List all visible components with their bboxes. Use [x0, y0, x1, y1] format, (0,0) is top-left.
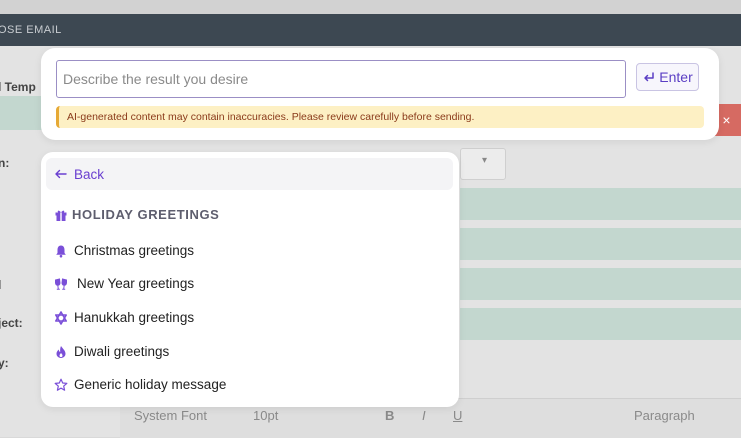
background-field	[460, 228, 741, 260]
menu-item-christmas[interactable]: Christmas greetings	[54, 243, 194, 258]
background-font-select: System Font	[134, 408, 207, 423]
menu-item-new-year[interactable]: New Year greetings	[54, 276, 194, 291]
background-label-template: l Temp	[0, 80, 36, 94]
gift-icon	[54, 208, 68, 222]
back-button[interactable]: Back	[46, 158, 453, 190]
section-heading: HOLIDAY GREETINGS	[54, 207, 219, 222]
back-label: Back	[74, 166, 105, 182]
menu-item-label: Diwali greetings	[74, 344, 170, 359]
background-label-subject: ject:	[0, 316, 23, 330]
background-label-y: y:	[0, 356, 9, 370]
glasses-cheers-icon	[54, 277, 68, 291]
background-italic-button: I	[422, 408, 426, 423]
background-paragraph-select: Paragraph	[634, 408, 695, 423]
star-outline-icon	[54, 378, 68, 392]
compose-email-title: OSE EMAIL	[0, 24, 62, 36]
compose-email-title-bar: OSE EMAIL	[0, 14, 741, 46]
star-of-david-icon	[54, 310, 68, 325]
background-label-from: n:	[0, 156, 10, 170]
prompt-input[interactable]	[56, 60, 626, 98]
flame-icon	[54, 345, 68, 359]
background-select	[460, 148, 506, 180]
menu-item-label: Christmas greetings	[74, 243, 195, 258]
return-arrow-icon	[642, 70, 656, 84]
ai-warning-banner: AI-generated content may contain inaccur…	[56, 106, 704, 128]
menu-item-diwali[interactable]: Diwali greetings	[54, 344, 169, 359]
section-title: HOLIDAY GREETINGS	[72, 207, 220, 222]
template-menu: Back HOLIDAY GREETINGS Christmas greetin…	[41, 152, 459, 407]
left-arrow-icon	[54, 167, 68, 181]
background-field	[460, 188, 741, 220]
ai-prompt-card: Enter AI-generated content may contain i…	[41, 48, 719, 140]
background-field	[460, 308, 741, 340]
menu-item-label: New Year greetings	[77, 276, 195, 291]
enter-button[interactable]: Enter	[636, 63, 699, 91]
background-field	[460, 268, 741, 300]
background-bold-button: B	[385, 408, 395, 423]
menu-item-label: Generic holiday message	[74, 377, 227, 392]
background-size-select: 10pt	[253, 408, 279, 423]
menu-item-label: Hanukkah greetings	[74, 310, 195, 325]
background-label-l: l	[0, 278, 1, 292]
background-topbar	[0, 0, 741, 14]
enter-button-label: Enter	[659, 69, 693, 85]
bell-icon	[54, 244, 68, 258]
menu-item-generic[interactable]: Generic holiday message	[54, 377, 226, 392]
menu-item-hanukkah[interactable]: Hanukkah greetings	[54, 310, 194, 325]
background-underline-button: U	[453, 408, 463, 423]
